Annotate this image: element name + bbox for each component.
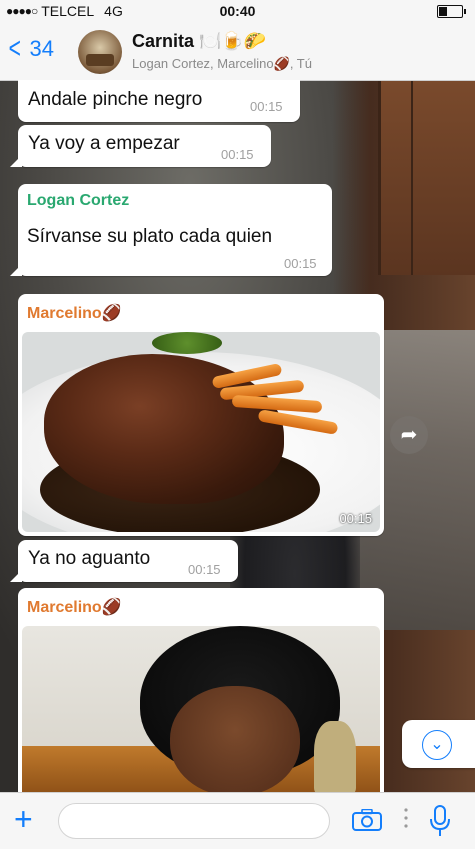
chat-title[interactable]: Carnita 🍽️🍺🌮 [132,31,266,52]
message-time: 00:15 [284,256,317,271]
photo-attachment[interactable]: 00:15 [22,332,380,532]
clock: 00:40 [219,3,256,19]
chat-participants[interactable]: Logan Cortez, Marcelino🏈, Tú [132,56,312,72]
battery-icon [437,5,466,18]
sender-name[interactable]: Logan Cortez [27,192,129,210]
message-text: Ya no aguanto [28,548,151,569]
message-text: Sírvanse su plato cada quien [27,226,273,247]
attach-plus-icon[interactable]: + [14,803,33,835]
message-bubble[interactable]: Andale pinche negro 00:15 [18,80,300,122]
chevron-left-icon: < [8,32,21,65]
back-count: 34 [29,36,55,61]
message-text: Andale pinche negro [28,89,203,110]
camera-icon[interactable] [352,809,382,831]
message-bubble[interactable]: Marcelino🏈 [18,588,384,792]
message-text: Ya voy a empezar [28,133,180,154]
more-dots-icon [404,808,408,828]
video-attachment[interactable] [22,626,380,792]
microphone-icon[interactable] [428,805,452,837]
message-bubble[interactable]: Ya voy a empezar 00:15 [18,125,271,167]
message-bubble[interactable]: Ya no aguanto 00:15 [18,540,238,582]
status-bar: ●●●●○ TELCEL 4G 00:40 [0,0,475,22]
input-bar: + [0,792,475,849]
wallpaper-cabinet [378,80,475,275]
back-button[interactable]: < 34 [6,32,55,65]
message-bubble[interactable]: Marcelino🏈 00:15 [18,294,384,536]
group-avatar[interactable] [78,30,122,74]
herb-graphic [152,332,222,354]
message-time: 00:15 [250,99,283,114]
sender-name[interactable]: Marcelino🏈 [27,597,122,617]
bottle-graphic [314,721,356,792]
chevron-down-icon: ⌄ [422,730,452,760]
chat-header: < 34 Carnita 🍽️🍺🌮 Logan Cortez, Marcelin… [0,22,475,81]
forward-button[interactable]: ➦ [390,416,428,454]
scroll-to-bottom-button[interactable]: ⌄ [402,720,475,768]
face-graphic [170,686,300,792]
message-input[interactable] [58,803,330,839]
message-time: 00:15 [221,147,254,162]
message-time: 00:15 [339,511,372,526]
message-time: 00:15 [188,562,221,577]
forward-icon: ➦ [400,424,418,446]
message-bubble[interactable]: Logan Cortez Sírvanse su plato cada quie… [18,184,332,276]
sender-name[interactable]: Marcelino🏈 [27,303,122,323]
